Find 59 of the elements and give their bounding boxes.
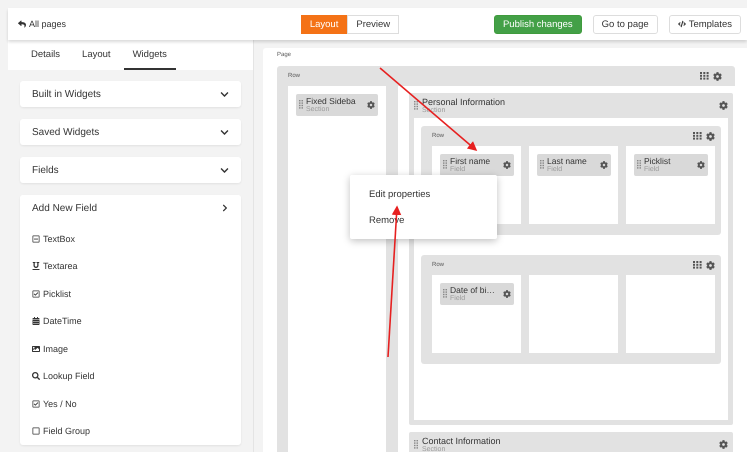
chevron-down-icon (220, 90, 229, 98)
sidebar-tab[interactable]: Details (22, 49, 70, 70)
chevron-right-icon (221, 204, 229, 212)
gear-icon[interactable] (503, 160, 511, 169)
menu-item[interactable]: Edit properties (350, 181, 497, 207)
field-type-item[interactable]: DateTime (32, 308, 229, 335)
image-icon (32, 344, 40, 353)
gear-icon[interactable] (600, 160, 608, 169)
drag-handle-icon[interactable] (540, 160, 544, 170)
templates-button[interactable]: Templates (668, 14, 741, 34)
search-icon (32, 372, 40, 380)
chevron-down-icon (220, 128, 229, 136)
sidebar-tab[interactable]: Layout (73, 49, 120, 70)
field-type-item[interactable]: Textarea (32, 252, 229, 280)
columns-icon[interactable] (700, 72, 709, 80)
field-type-item[interactable]: Field Group (32, 418, 229, 445)
widget-title: Last name (547, 157, 588, 166)
chevron-down-icon (220, 166, 229, 174)
accordion-header[interactable]: Built in Widgets (20, 81, 241, 107)
field-type-item[interactable]: Lookup Field (32, 362, 229, 390)
field-type-item[interactable]: Yes / No (32, 390, 229, 418)
back-link[interactable]: All pages (18, 19, 66, 29)
calendar-icon (32, 317, 40, 326)
gear-icon[interactable] (503, 290, 511, 298)
code-icon (678, 20, 686, 28)
gear-icon[interactable] (719, 101, 728, 110)
back-icon (18, 20, 26, 28)
widget-title: First name (450, 157, 492, 166)
mode-tab[interactable]: Preview (347, 14, 400, 34)
gear-icon[interactable] (719, 440, 728, 449)
gear-icon[interactable] (706, 132, 715, 140)
field-type-item[interactable]: Image (32, 335, 229, 362)
drag-handle-icon[interactable] (443, 289, 447, 298)
accordion-header[interactable]: Saved Widgets (20, 119, 241, 145)
drag-handle-icon[interactable] (443, 160, 447, 170)
drag-handle-icon[interactable] (414, 440, 418, 449)
drag-handle-icon[interactable] (637, 160, 641, 170)
columns-icon[interactable] (693, 132, 702, 140)
field-type-item[interactable]: Picklist (32, 280, 229, 308)
gear-icon[interactable] (706, 260, 715, 270)
gear-icon[interactable] (713, 72, 722, 80)
sidebar-tab[interactable]: Widgets (124, 49, 176, 70)
checkbox-icon (32, 290, 40, 298)
widget-title: Fixed Sideba (306, 97, 357, 106)
drag-handle-icon[interactable] (414, 101, 418, 110)
widget-title: Date of bi… (450, 286, 496, 294)
columns-icon[interactable] (693, 261, 702, 269)
underline-icon (32, 262, 40, 270)
gear-icon[interactable] (367, 100, 375, 109)
page-button[interactable]: Go to page (592, 14, 658, 34)
field-type-item[interactable]: TextBox (32, 225, 229, 252)
add-field-header[interactable]: Add New Field (20, 195, 241, 221)
checkbox-icon (32, 400, 40, 408)
accordion-header[interactable]: Fields (20, 157, 241, 183)
gear-icon[interactable] (697, 160, 705, 169)
section-title: Contact Information (422, 436, 502, 446)
drag-handle-icon[interactable] (299, 100, 303, 110)
section-title: Personal Information (422, 98, 506, 106)
widget-title: Picklist (644, 157, 672, 166)
